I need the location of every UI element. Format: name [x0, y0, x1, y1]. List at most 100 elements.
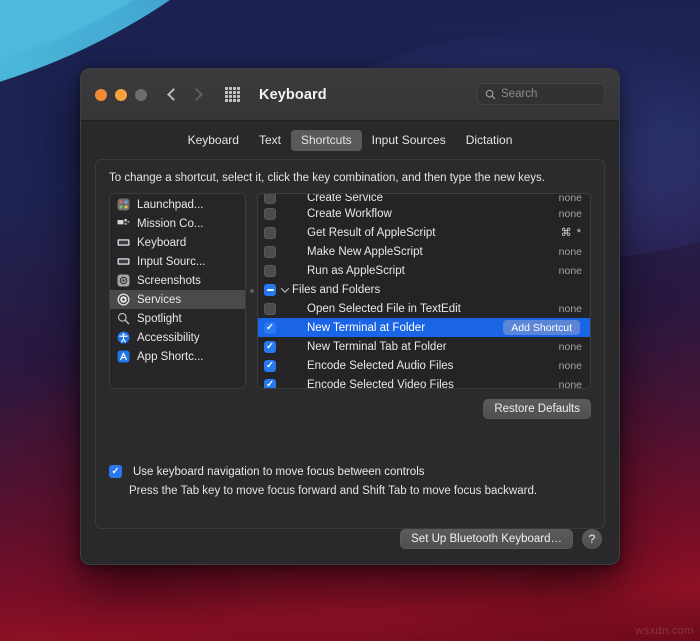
shortcut-row-label: Create Service — [307, 194, 384, 204]
shortcut-value[interactable]: none — [548, 341, 582, 353]
split-divider[interactable] — [246, 193, 257, 389]
shortcut-row[interactable]: Make New AppleScript none — [258, 242, 590, 261]
sidebar-item-label: Mission Co... — [137, 217, 204, 230]
sidebar-item-app-shortc[interactable]: App Shortc... — [110, 347, 245, 366]
set-up-bluetooth-keyboard-button[interactable]: Set Up Bluetooth Keyboard… — [400, 529, 573, 549]
shortcut-row[interactable]: Encode Selected Audio Files none — [258, 356, 590, 375]
sidebar-item-keyboard[interactable]: Keyboard — [110, 233, 245, 252]
sidebar-item-label: App Shortc... — [137, 350, 204, 363]
sidebar-item-label: Input Sourc... — [137, 255, 206, 268]
shortcut-enabled-checkbox[interactable] — [264, 194, 276, 204]
search-field[interactable] — [477, 83, 605, 105]
sidebar-item-label: Keyboard — [137, 236, 187, 249]
shortcut-value[interactable]: none — [548, 303, 582, 315]
shortcut-enabled-checkbox[interactable] — [264, 283, 276, 296]
shortcut-enabled-checkbox[interactable] — [264, 302, 276, 315]
shortcut-enabled-checkbox[interactable] — [264, 340, 276, 353]
chevron-down-icon[interactable] — [280, 283, 290, 293]
tab-label: Input Sources — [371, 133, 446, 147]
window-footer: Set Up Bluetooth Keyboard… ? — [81, 514, 619, 564]
shortcut-list[interactable]: Create Service none Create Workflow none Get… — [257, 193, 591, 389]
shortcut-row[interactable]: New Terminal at Folder Add Shortcut — [258, 318, 590, 337]
shortcut-row-label: Get Result of AppleScript — [307, 226, 436, 239]
tab-keyboard[interactable]: Keyboard — [178, 130, 249, 151]
restore-defaults-row: Restore Defaults — [109, 399, 591, 419]
maximize-button[interactable] — [135, 88, 147, 101]
services-gear-icon — [117, 293, 130, 306]
sidebar-item-services[interactable]: Services — [110, 290, 245, 309]
tab-shortcuts[interactable]: Shortcuts — [290, 129, 362, 151]
shortcut-row-label: New Terminal Tab at Folder — [307, 340, 447, 353]
shortcut-enabled-checkbox[interactable] — [264, 321, 276, 334]
shortcut-row-label: Run as AppleScript — [307, 264, 405, 277]
tab-group: Keyboard Text Shortcuts Input Sources Dictat… — [178, 129, 523, 151]
search-input[interactable] — [501, 88, 597, 100]
sidebar-item-launchpad[interactable]: Launchpad... — [110, 195, 245, 214]
sidebar-item-spotlight[interactable]: Spotlight — [110, 309, 245, 328]
launchpad-icon — [117, 198, 130, 211]
traffic-lights — [95, 88, 147, 101]
spotlight-icon — [117, 312, 130, 325]
shortcut-value[interactable]: none — [548, 194, 582, 204]
keyboard-preferences-window: Keyboard Keyboard Text Shortcuts Input Sour… — [80, 68, 620, 565]
keyboard-navigation-sublabel: Press the Tab key to move focus forward … — [129, 485, 538, 497]
back-button[interactable] — [167, 88, 180, 101]
shortcut-enabled-checkbox[interactable] — [264, 264, 276, 277]
sidebar-item-input-sourc[interactable]: Input Sourc... — [110, 252, 245, 271]
help-button[interactable]: ? — [582, 529, 602, 549]
shortcut-row[interactable]: New Terminal Tab at Folder none — [258, 337, 590, 356]
tab-label: Text — [258, 133, 281, 147]
split-divider-handle[interactable] — [249, 289, 254, 293]
close-button[interactable] — [95, 88, 107, 101]
chevron-left-icon — [167, 88, 180, 101]
shortcut-value[interactable]: none — [548, 360, 582, 372]
tab-label: Dictation — [465, 133, 513, 147]
tab-label: Keyboard — [187, 133, 239, 147]
chevron-right-icon — [190, 88, 203, 101]
navigation-arrows — [167, 88, 203, 101]
shortcut-value[interactable]: none — [548, 208, 582, 220]
shortcut-value[interactable]: none — [548, 379, 582, 389]
sidebar-item-mission-co[interactable]: Mission Co... — [110, 214, 245, 233]
shortcut-enabled-checkbox[interactable] — [264, 226, 276, 239]
shortcut-row[interactable]: Run as AppleScript none — [258, 261, 590, 280]
shortcut-row[interactable]: Encode Selected Video Files none — [258, 375, 590, 388]
shortcut-row[interactable]: Create Workflow none — [258, 204, 590, 223]
tab-input-sources[interactable]: Input Sources — [362, 130, 456, 151]
preference-tabbar: Keyboard Text Shortcuts Input Sources Dictat… — [81, 121, 619, 159]
restore-defaults-button[interactable]: Restore Defaults — [483, 399, 591, 419]
add-shortcut-button[interactable]: Add Shortcut — [503, 320, 580, 335]
desktop-background: wsxdn.com Keyboard Search Keyboard Text … — [0, 0, 700, 641]
minimize-button[interactable] — [115, 88, 127, 101]
input-sources-icon — [117, 255, 130, 268]
shortcut-row[interactable]: Get Result of AppleScript ⌘ * — [258, 223, 590, 242]
sidebar-item-label: Launchpad... — [137, 198, 204, 211]
shortcut-enabled-checkbox[interactable] — [264, 378, 276, 388]
shortcut-enabled-checkbox[interactable] — [264, 245, 276, 258]
shortcut-row-label: Encode Selected Video Files — [307, 378, 454, 389]
tab-dictation[interactable]: Dictation — [456, 130, 523, 151]
grid-all-preferences-icon[interactable] — [225, 86, 241, 103]
shortcut-value[interactable]: none — [548, 265, 582, 277]
sidebar-item-screenshots[interactable]: Screenshots — [110, 271, 245, 290]
sidebar-item-label: Services — [137, 293, 182, 306]
shortcut-key-combination[interactable]: ⌘ * — [548, 226, 582, 239]
search-icon — [485, 89, 496, 99]
sidebar-item-label: Accessibility — [137, 331, 200, 344]
shortcut-row[interactable]: Create Service none — [258, 194, 590, 204]
shortcut-enabled-checkbox[interactable] — [264, 207, 276, 220]
shortcut-row[interactable]: Files and Folders — [258, 280, 590, 299]
shortcut-row[interactable]: Open Selected File in TextEdit none — [258, 299, 590, 318]
window-title: Keyboard — [259, 86, 327, 103]
sidebar-item-accessibility[interactable]: Accessibility — [110, 328, 245, 347]
tab-text[interactable]: Text — [249, 130, 291, 151]
shortcut-value[interactable]: none — [548, 246, 582, 258]
shortcut-category-sidebar[interactable]: Launchpad... Mission Co... Keyboard Input S… — [109, 193, 246, 389]
keyboard-navigation-option[interactable]: Use keyboard navigation to move focus be… — [109, 465, 591, 478]
window-titlebar: Keyboard — [81, 69, 619, 121]
keyboard-navigation-checkbox[interactable] — [109, 465, 122, 478]
forward-button[interactable] — [190, 88, 203, 101]
shortcut-enabled-checkbox[interactable] — [264, 359, 276, 372]
app-shortcuts-icon — [117, 350, 130, 363]
screenshots-icon — [117, 274, 130, 287]
